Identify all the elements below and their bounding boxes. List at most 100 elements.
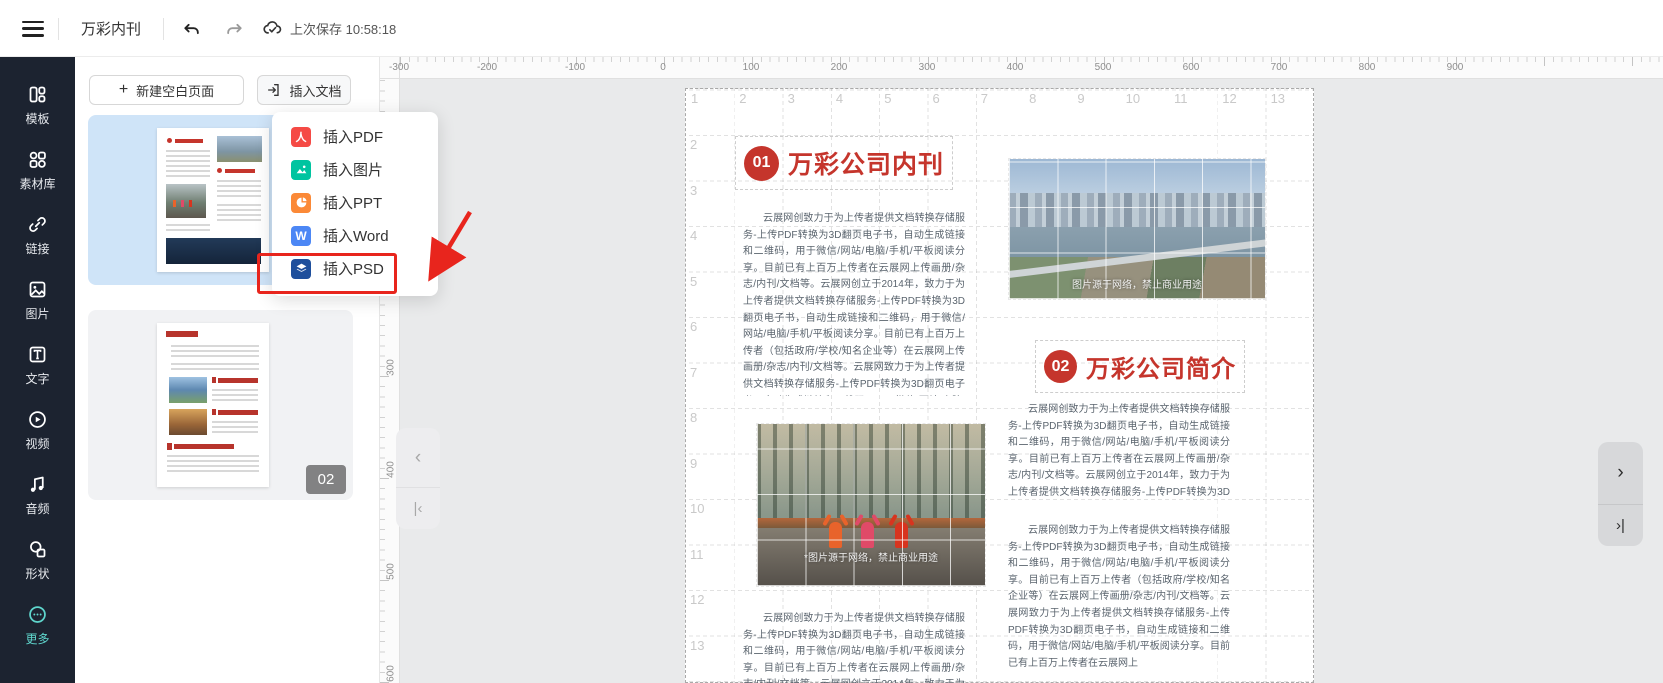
sidebar-item-shapes[interactable]: 形状: [0, 538, 75, 603]
ruler-label: 100: [707, 62, 795, 73]
grid-row-label: 7: [690, 365, 704, 411]
menu-item-insert-ppt[interactable]: 插入PPT: [272, 186, 438, 219]
sidebar-item-label: 文字: [25, 370, 49, 387]
editor-canvas[interactable]: -300-200-1000100200300400500600700800900…: [380, 57, 1663, 683]
city-photo-caption: 图片源于网络，禁止商业用途: [1009, 276, 1265, 291]
save-status-text: 上次保存 10:58:18: [290, 19, 396, 38]
road-photo[interactable]: *图片源于网络，禁止商业用途: [757, 424, 985, 586]
page-number-badge: 02: [306, 465, 346, 494]
ruler-label: -300: [380, 62, 443, 73]
sidebar-item-label: 图片: [25, 305, 49, 322]
sidebar-item-audio[interactable]: 音频: [0, 473, 75, 538]
section2-heading[interactable]: 02 万彩公司简介: [1044, 349, 1236, 384]
grid-row-label: 8: [690, 410, 704, 456]
city-photo[interactable]: 图片源于网络，禁止商业用途: [1009, 159, 1265, 299]
sidebar-item-label: 链接: [25, 240, 49, 257]
image-icon: [27, 278, 49, 300]
ruler-label: 600: [1147, 62, 1235, 73]
page-1-preview: [157, 128, 269, 272]
grid-column-label: 6: [927, 91, 975, 106]
grid-column-label: 12: [1217, 91, 1265, 106]
last-page-button[interactable]: ›|: [1598, 505, 1643, 546]
grid-row-label: 6: [690, 319, 704, 365]
section1-badge: 01: [744, 146, 779, 181]
grid-row-numbers: 2345678910111213: [690, 137, 704, 683]
grid-column-label: 13: [1266, 91, 1314, 106]
section1-title: 万彩公司内刊: [788, 145, 944, 181]
ruler-label: 0: [619, 62, 707, 73]
grid-column-label: 10: [1121, 91, 1169, 106]
section2-body-text-2[interactable]: 云展网创致力于为上传者提供文档转换存储服务-上传PDF转换为3D翻页电子书，自动…: [1008, 523, 1230, 683]
section2-title: 万彩公司简介: [1086, 349, 1236, 384]
ruler-label: 300: [386, 358, 397, 378]
more-icon: [27, 603, 49, 625]
page-thumbnail-2[interactable]: 02: [88, 310, 353, 500]
text-icon: [27, 343, 49, 365]
section2-body-text-1[interactable]: 云展网创致力于为上传者提供文档转换存储服务-上传PDF转换为3D翻页电子书，自动…: [1008, 402, 1230, 503]
ruler-label: 300: [883, 62, 971, 73]
image-file-icon: [291, 160, 311, 180]
first-page-button[interactable]: |‹: [396, 488, 440, 529]
grid-column-label: 11: [1169, 91, 1217, 106]
page-nav-right: › ›|: [1598, 442, 1643, 546]
new-blank-page-button[interactable]: + 新建空白页面: [89, 75, 244, 105]
menu-item-label: 插入Word: [323, 225, 389, 246]
section2-badge: 02: [1044, 350, 1077, 383]
save-status: 上次保存 10:58:18: [262, 18, 396, 39]
ppt-file-icon: [291, 193, 311, 213]
menu-item-insert-image[interactable]: 插入图片: [272, 153, 438, 186]
menu-item-label: 插入PSD: [323, 258, 384, 279]
menu-item-label: 插入PPT: [323, 192, 382, 213]
sidebar-item-templates[interactable]: 模板: [0, 83, 75, 148]
undo-button[interactable]: [178, 15, 206, 43]
ruler-label: 900: [1411, 62, 1499, 73]
previous-page-button[interactable]: ‹: [396, 428, 440, 488]
sidebar-item-label: 形状: [25, 565, 49, 582]
sidebar-item-assets[interactable]: 素材库: [0, 148, 75, 213]
section1-heading[interactable]: 01 万彩公司内刊: [744, 145, 944, 181]
insert-document-label: 插入文档: [289, 81, 341, 100]
link-icon: [27, 213, 49, 235]
sidebar-item-label: 更多: [25, 630, 49, 647]
sidebar-item-text[interactable]: 文字: [0, 343, 75, 408]
menu-item-insert-word[interactable]: W 插入Word: [272, 219, 438, 252]
grid-column-label: 8: [1024, 91, 1072, 106]
redo-icon: [224, 19, 244, 39]
sidebar-item-label: 音频: [25, 500, 49, 517]
audio-icon: [27, 473, 49, 495]
section1-body-text[interactable]: 云展网创致力于为上传者提供文档转换存储服务-上传PDF转换为3D翻页电子书，自动…: [743, 211, 965, 396]
template-icon: [27, 83, 49, 105]
ruler-label: -200: [443, 62, 531, 73]
divider: [163, 18, 164, 40]
app-root: 万彩内刊 上次保存 10:58:18 98%: [0, 0, 1663, 683]
page-nav-left: ‹ |‹: [396, 428, 440, 529]
import-icon: [266, 82, 282, 98]
sidebar-item-more[interactable]: 更多: [0, 603, 75, 668]
ruler-label: 400: [971, 62, 1059, 73]
document-page[interactable]: 12345678910111213 2345678910111213 01 万彩…: [685, 88, 1314, 683]
menu-item-insert-psd[interactable]: 插入PSD: [272, 252, 438, 285]
sidebar-item-label: 素材库: [19, 175, 55, 192]
sidebar-item-label: 视频: [25, 435, 49, 452]
menu-item-insert-pdf[interactable]: 人 插入PDF: [272, 120, 438, 153]
horizontal-ruler: -300-200-1000100200300400500600700800900: [400, 57, 1663, 79]
left-bottom-body-text[interactable]: 云展网创致力于为上传者提供文档转换存储服务-上传PDF转换为3D翻页电子书，自动…: [743, 611, 965, 683]
ruler-label: 700: [1235, 62, 1323, 73]
grid-column-label: 4: [831, 91, 879, 106]
hamburger-menu-icon[interactable]: [22, 21, 44, 37]
menu-item-label: 插入图片: [323, 159, 383, 180]
sidebar-item-links[interactable]: 链接: [0, 213, 75, 278]
top-toolbar: 万彩内刊 上次保存 10:58:18 98%: [0, 0, 1663, 57]
grid-row-label: 4: [690, 228, 704, 274]
ruler-label: -100: [531, 62, 619, 73]
insert-document-dropdown: 人 插入PDF 插入图片 插入PPT W 插入Word 插入PSD: [272, 112, 438, 296]
insert-document-button[interactable]: 插入文档: [257, 75, 351, 105]
ruler-label: 200: [795, 62, 883, 73]
redo-button[interactable]: [220, 15, 248, 43]
grid-column-label: 5: [879, 91, 927, 106]
next-page-button[interactable]: ›: [1598, 442, 1643, 505]
sidebar-item-images[interactable]: 图片: [0, 278, 75, 343]
sidebar-item-video[interactable]: 视频: [0, 408, 75, 473]
ruler-label: 600: [386, 664, 397, 683]
sidebar-item-label: 模板: [25, 110, 49, 127]
